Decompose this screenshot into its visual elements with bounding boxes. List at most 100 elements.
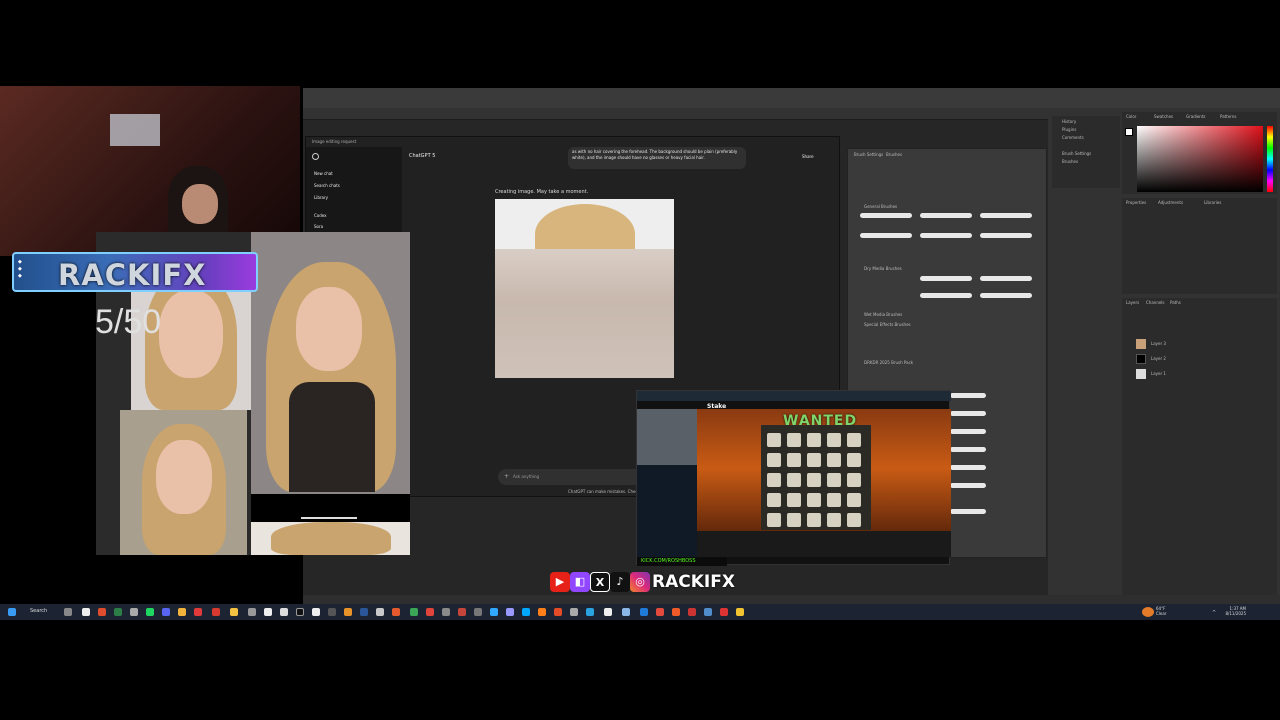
photoshop-icon[interactable]: [490, 608, 498, 616]
brush-preset[interactable]: [920, 233, 972, 238]
weather-icon[interactable]: [1142, 607, 1154, 617]
taskbar-search[interactable]: Search: [30, 608, 47, 614]
app-icon[interactable]: [458, 608, 466, 616]
app-icon[interactable]: [230, 608, 238, 616]
tab-adjustments[interactable]: Adjustments: [1158, 200, 1183, 205]
layer-row[interactable]: Layer 3: [1126, 338, 1276, 350]
brush-group-label[interactable]: Dry Media Brushes: [864, 266, 902, 271]
model-selector[interactable]: ChatGPT 5: [409, 153, 435, 159]
app-icon[interactable]: [344, 608, 352, 616]
tab-swatches[interactable]: Swatches: [1154, 114, 1173, 119]
app-icon[interactable]: [688, 608, 696, 616]
brush-preset[interactable]: [980, 276, 1032, 281]
tab-patterns[interactable]: Patterns: [1220, 114, 1236, 119]
brush-preset[interactable]: [950, 411, 986, 416]
layer-row[interactable]: Layer 1: [1126, 368, 1276, 380]
photoshop-menubar[interactable]: [303, 88, 1280, 108]
tab-brushes[interactable]: Brushes: [886, 152, 902, 157]
plus-icon[interactable]: +: [504, 473, 509, 480]
brush-preset[interactable]: [950, 393, 986, 398]
start-icon[interactable]: [8, 608, 16, 616]
app-icon[interactable]: [672, 608, 680, 616]
app-icon[interactable]: [570, 608, 578, 616]
chrome-icon[interactable]: [98, 608, 106, 616]
generated-image[interactable]: [495, 199, 674, 378]
brush-preset[interactable]: [950, 483, 986, 488]
tab-gradients[interactable]: Gradients: [1186, 114, 1206, 119]
app-icon[interactable]: [622, 608, 630, 616]
brush-group-label[interactable]: Special Effects Brushes: [864, 322, 911, 327]
layer-row[interactable]: Layer 2: [1126, 353, 1276, 365]
brush-preset[interactable]: [950, 509, 986, 514]
brush-preset[interactable]: [920, 276, 972, 281]
app-icon[interactable]: [720, 608, 728, 616]
app-icon[interactable]: [426, 608, 434, 616]
premiere-icon[interactable]: [506, 608, 514, 616]
tab-color[interactable]: Color: [1126, 114, 1136, 119]
sidebar-item-sora[interactable]: Sora: [314, 224, 323, 229]
tab-comments[interactable]: Comments: [1062, 135, 1084, 140]
tray-chevron-icon[interactable]: ^: [1212, 610, 1216, 616]
brush-preset[interactable]: [860, 233, 912, 238]
word-icon[interactable]: [360, 608, 368, 616]
app-icon[interactable]: [312, 608, 320, 616]
tab-brush-settings[interactable]: Brush Settings: [1062, 151, 1091, 156]
brush-preset[interactable]: [950, 447, 986, 452]
discord-icon[interactable]: [162, 608, 170, 616]
brush-group-label[interactable]: Wet Media Brushes: [864, 312, 902, 317]
app-icon[interactable]: [586, 608, 594, 616]
app-icon[interactable]: [376, 608, 384, 616]
brush-preset[interactable]: [920, 293, 972, 298]
tab-history[interactable]: History: [1062, 119, 1076, 124]
brush-preset[interactable]: [860, 213, 912, 218]
app-icon[interactable]: [640, 608, 648, 616]
brush-preset[interactable]: [980, 233, 1032, 238]
app-icon[interactable]: [194, 608, 202, 616]
brush-group-label[interactable]: General Brushes: [864, 204, 897, 209]
folder-icon[interactable]: [178, 608, 186, 616]
tab-brush-settings[interactable]: Brush Settings: [854, 152, 883, 157]
app-icon[interactable]: [328, 608, 336, 616]
brush-preset[interactable]: [950, 429, 986, 434]
app-icon[interactable]: [392, 608, 400, 616]
color-picker-field[interactable]: [1137, 126, 1263, 192]
brush-preset[interactable]: [980, 213, 1032, 218]
illustrator-icon[interactable]: [538, 608, 546, 616]
spotify-icon[interactable]: [146, 608, 154, 616]
app-icon[interactable]: [604, 608, 612, 616]
app-icon[interactable]: [212, 608, 220, 616]
openai-logo-icon[interactable]: [312, 153, 319, 160]
app-icon[interactable]: [82, 608, 90, 616]
tab-properties[interactable]: Properties: [1126, 200, 1146, 205]
app-icon[interactable]: [656, 608, 664, 616]
settings-icon[interactable]: [130, 608, 138, 616]
brush-preset[interactable]: [980, 293, 1032, 298]
app-icon[interactable]: [442, 608, 450, 616]
app-icon[interactable]: [704, 608, 712, 616]
tab-paths[interactable]: Paths: [1170, 300, 1181, 305]
brush-preset[interactable]: [950, 465, 986, 470]
hue-slider[interactable]: [1267, 126, 1273, 192]
app-icon[interactable]: [474, 608, 482, 616]
brush-preset[interactable]: [920, 213, 972, 218]
sidebar-item-library[interactable]: Library: [314, 195, 328, 200]
app-icon[interactable]: [248, 608, 256, 616]
tab-libraries[interactable]: Libraries: [1204, 200, 1221, 205]
tab-channels[interactable]: Channels: [1146, 300, 1165, 305]
tab-brushes[interactable]: Brushes: [1062, 159, 1078, 164]
app-icon[interactable]: [522, 608, 530, 616]
sidebar-item-codex[interactable]: Codex: [314, 213, 327, 218]
obs-icon[interactable]: [296, 608, 304, 616]
tab-layers[interactable]: Layers: [1126, 300, 1139, 305]
tab-plugins[interactable]: Plugins: [1062, 127, 1076, 132]
task-view-icon[interactable]: [64, 608, 72, 616]
share-button[interactable]: Share: [802, 154, 814, 159]
app-icon[interactable]: [114, 608, 122, 616]
app-icon[interactable]: [280, 608, 288, 616]
foreground-swatch[interactable]: [1125, 128, 1133, 136]
app-icon[interactable]: [554, 608, 562, 616]
sidebar-item-search-chats[interactable]: Search chats: [314, 183, 340, 188]
weather-widget[interactable]: 64°F Clear: [1156, 606, 1166, 616]
clock[interactable]: 1:37 AM 8/11/2025: [1222, 606, 1246, 616]
sidebar-item-new-chat[interactable]: New chat: [314, 171, 333, 176]
